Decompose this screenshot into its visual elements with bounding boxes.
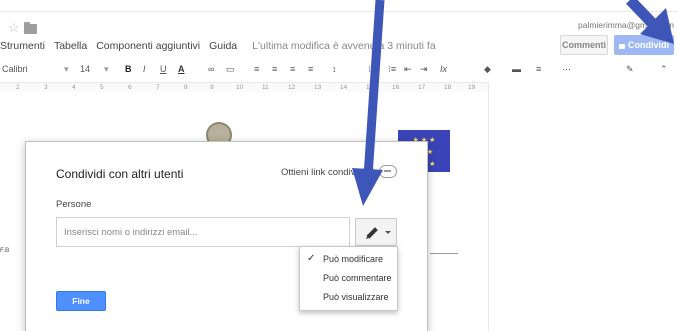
permission-option-edit[interactable]: ✓ Può modificare — [300, 250, 397, 268]
header-divider — [0, 11, 678, 12]
line-weight-icon[interactable]: ≡ — [536, 64, 541, 74]
permission-option-label: Può commentare — [323, 273, 392, 283]
format-toolbar: Calibri ▾ 14 ▾ B I U A ∞ ▭ ≡ ≡ ≡ ≡ ↕ ⁝≡ … — [0, 60, 678, 80]
last-edit-status[interactable]: L'ultima modifica è avvenuta 3 minuti fa — [252, 40, 436, 52]
star-icon[interactable]: ☆ — [8, 20, 20, 36]
account-email[interactable]: palmierimma@gmail.com — [578, 20, 674, 30]
line-dash-icon[interactable]: ⋯ — [562, 64, 571, 75]
ruler-mark: 5 — [100, 84, 104, 91]
ruler-mark: 15 — [366, 84, 374, 91]
share-button[interactable]: Condividi — [614, 35, 674, 55]
ruler-mark: 4 — [72, 84, 76, 91]
people-input-placeholder: Inserisci nomi o indirizzi email... — [64, 227, 198, 238]
people-label: Persone — [56, 199, 92, 210]
lock-icon — [619, 44, 625, 49]
get-link-label[interactable]: Ottieni link condivisibile — [281, 167, 379, 178]
ruler-mark: 18 — [444, 84, 452, 91]
menu-bar: Strumenti Tabella Componenti aggiuntivi … — [0, 40, 436, 52]
chevron-down-icon — [385, 231, 391, 234]
done-button[interactable]: Fine — [56, 291, 106, 311]
font-size-caret-icon[interactable]: ▾ — [104, 64, 109, 75]
permission-option-comment[interactable]: Può commentare — [300, 269, 397, 287]
line-spacing-icon[interactable]: ↕ — [332, 64, 337, 74]
clear-formatting-icon[interactable]: Ix — [440, 64, 447, 74]
align-right-icon[interactable]: ≡ — [290, 64, 295, 74]
permission-option-label: Può visualizzare — [323, 292, 389, 302]
ruler-mark: 2 — [16, 84, 20, 91]
numbered-list-icon[interactable]: ⁝≡ — [368, 64, 376, 75]
bulleted-list-icon[interactable]: ⁝≡ — [388, 64, 396, 75]
menu-tabella[interactable]: Tabella — [54, 40, 87, 52]
insert-comment-icon[interactable]: ▭ — [226, 64, 235, 75]
permission-option-view[interactable]: Può visualizzare — [300, 288, 397, 306]
folder-icon[interactable] — [24, 22, 37, 34]
app-window: ☆ palmierimma@gmail.com Strumenti Tabell… — [0, 0, 678, 331]
document-rule — [430, 253, 458, 254]
link-icon[interactable] — [379, 165, 397, 178]
ruler-mark: 14 — [340, 84, 348, 91]
bold-button[interactable]: B — [125, 64, 132, 74]
permission-menu: ✓ Può modificare Può commentare Può visu… — [299, 246, 398, 311]
font-family-caret-icon[interactable]: ▾ — [64, 64, 69, 75]
ruler[interactable]: 2 3 4 5 6 7 8 9 10 11 12 13 14 15 16 17 … — [0, 82, 488, 92]
permission-option-label: Può modificare — [323, 254, 384, 264]
ruler-mark: 8 — [184, 84, 188, 91]
ruler-mark: 19 — [468, 84, 476, 91]
edit-mode-icon[interactable]: ✎ — [626, 64, 634, 75]
document-text: F.B — [0, 247, 10, 254]
underline-button[interactable]: U — [160, 64, 167, 74]
text-color-button[interactable]: A — [178, 64, 185, 74]
line-color-icon[interactable]: ▬ — [512, 64, 521, 74]
font-size-select[interactable]: 14 — [80, 64, 90, 74]
align-left-icon[interactable]: ≡ — [254, 64, 259, 74]
insert-link-icon[interactable]: ∞ — [208, 64, 214, 74]
share-button-label: Condividi — [628, 40, 669, 50]
ruler-mark: 6 — [128, 84, 132, 91]
document-edge — [488, 82, 489, 331]
pencil-icon — [366, 227, 378, 239]
dialog-title: Condividi con altri utenti — [56, 167, 184, 181]
font-family-select[interactable]: Calibri — [2, 64, 28, 74]
ruler-mark: 9 — [210, 84, 214, 91]
decrease-indent-icon[interactable]: ⇤ — [404, 64, 412, 75]
ruler-mark: 11 — [262, 84, 269, 91]
menu-strumenti[interactable]: Strumenti — [0, 40, 45, 52]
ruler-mark: 13 — [314, 84, 322, 91]
people-input[interactable]: Inserisci nomi o indirizzi email... — [56, 217, 350, 247]
menu-componenti-aggiuntivi[interactable]: Componenti aggiuntivi — [96, 40, 200, 52]
menu-guida[interactable]: Guida — [209, 40, 237, 52]
justify-icon[interactable]: ≡ — [308, 64, 313, 74]
ruler-mark: 16 — [392, 84, 400, 91]
permission-dropdown-button[interactable] — [355, 218, 397, 246]
italic-button[interactable]: I — [143, 64, 146, 74]
ruler-mark: 12 — [288, 84, 296, 91]
align-center-icon[interactable]: ≡ — [272, 64, 277, 74]
collapse-menu-icon[interactable]: ⌃ — [660, 64, 668, 75]
check-icon: ✓ — [307, 253, 316, 264]
ruler-mark: 17 — [418, 84, 426, 91]
ruler-mark: 3 — [44, 84, 48, 91]
fill-color-icon[interactable]: ◆ — [484, 64, 491, 75]
comments-button[interactable]: Commenti — [560, 35, 608, 55]
ruler-mark: 7 — [156, 84, 160, 91]
increase-indent-icon[interactable]: ⇥ — [420, 64, 428, 75]
ruler-mark: 10 — [236, 84, 244, 91]
